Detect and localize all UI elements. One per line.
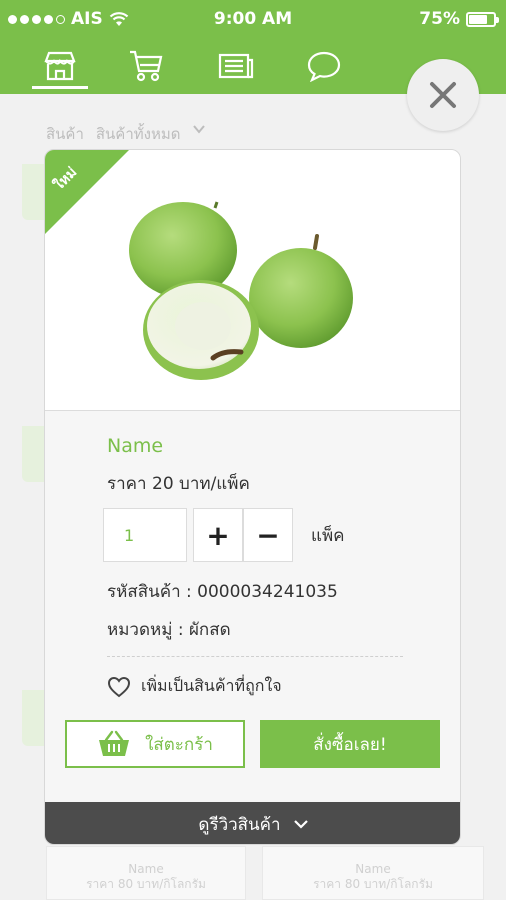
filter-value: สินค้าทั้งหมด — [95, 125, 181, 143]
view-reviews-bar[interactable]: ดูรีวิวสินค้า — [45, 802, 460, 844]
background-card-caption: Name ราคา 80 บาท/กิโลกรัม — [313, 862, 433, 891]
status-bar: AIS 9:00 AM 75% — [0, 0, 506, 38]
chat-icon[interactable] — [302, 46, 346, 86]
buy-now-button[interactable]: สั่งซื้อเลย! — [260, 720, 440, 768]
active-tab-indicator — [32, 86, 88, 89]
decrease-quantity-button[interactable]: − — [243, 508, 293, 562]
increase-quantity-button[interactable]: + — [193, 508, 243, 562]
add-to-favorites-button[interactable]: เพิ่มเป็นสินค้าที่ถูกใจ — [107, 674, 282, 699]
background-card-caption: Name ราคา 80 บาท/กิโลกรัม — [86, 862, 206, 891]
review-label: ดูรีวิวสินค้า — [198, 814, 281, 835]
chevron-down-icon — [193, 125, 206, 134]
product-detail-modal: ใหม่ Name ราคา 20 บาท/แพ็ค + − แพ็ค รหัส… — [44, 149, 461, 845]
battery-icon — [466, 11, 499, 27]
news-icon[interactable] — [214, 46, 258, 86]
new-badge: ใหม่ — [45, 150, 129, 234]
product-price: ราคา 20 บาท/แพ็ค — [107, 474, 250, 494]
battery-percent: 75% — [419, 9, 460, 29]
add-to-cart-button[interactable]: ใส่ตะกร้า — [65, 720, 245, 768]
status-right: 75% — [419, 9, 499, 29]
basket-icon — [99, 730, 130, 756]
background-new-badge — [22, 164, 46, 220]
category-filter: สินค้า สินค้าทั้งหมด — [46, 122, 206, 146]
close-button[interactable] — [407, 59, 479, 131]
filter-label: สินค้า — [46, 125, 84, 143]
product-name: Name — [107, 435, 164, 457]
close-icon — [430, 82, 456, 108]
product-sku: รหัสสินค้า : 0000034241035 — [107, 582, 338, 602]
add-to-cart-label: ใส่ตะกร้า — [145, 734, 213, 755]
divider — [107, 656, 403, 657]
favorite-label: เพิ่มเป็นสินค้าที่ถูกใจ — [141, 676, 282, 695]
heart-icon — [107, 676, 131, 697]
battery-fill — [469, 14, 487, 24]
product-category: หมวดหมู่ : ผักสด — [107, 620, 231, 640]
background-new-badge — [22, 426, 46, 482]
quantity-input[interactable] — [103, 508, 187, 562]
background-new-badge — [22, 690, 46, 746]
chevron-down-icon — [293, 820, 308, 829]
quantity-unit: แพ็ค — [311, 526, 345, 546]
cart-icon[interactable] — [124, 46, 168, 86]
product-image-area: ใหม่ — [45, 150, 460, 411]
store-icon[interactable] — [38, 46, 82, 86]
